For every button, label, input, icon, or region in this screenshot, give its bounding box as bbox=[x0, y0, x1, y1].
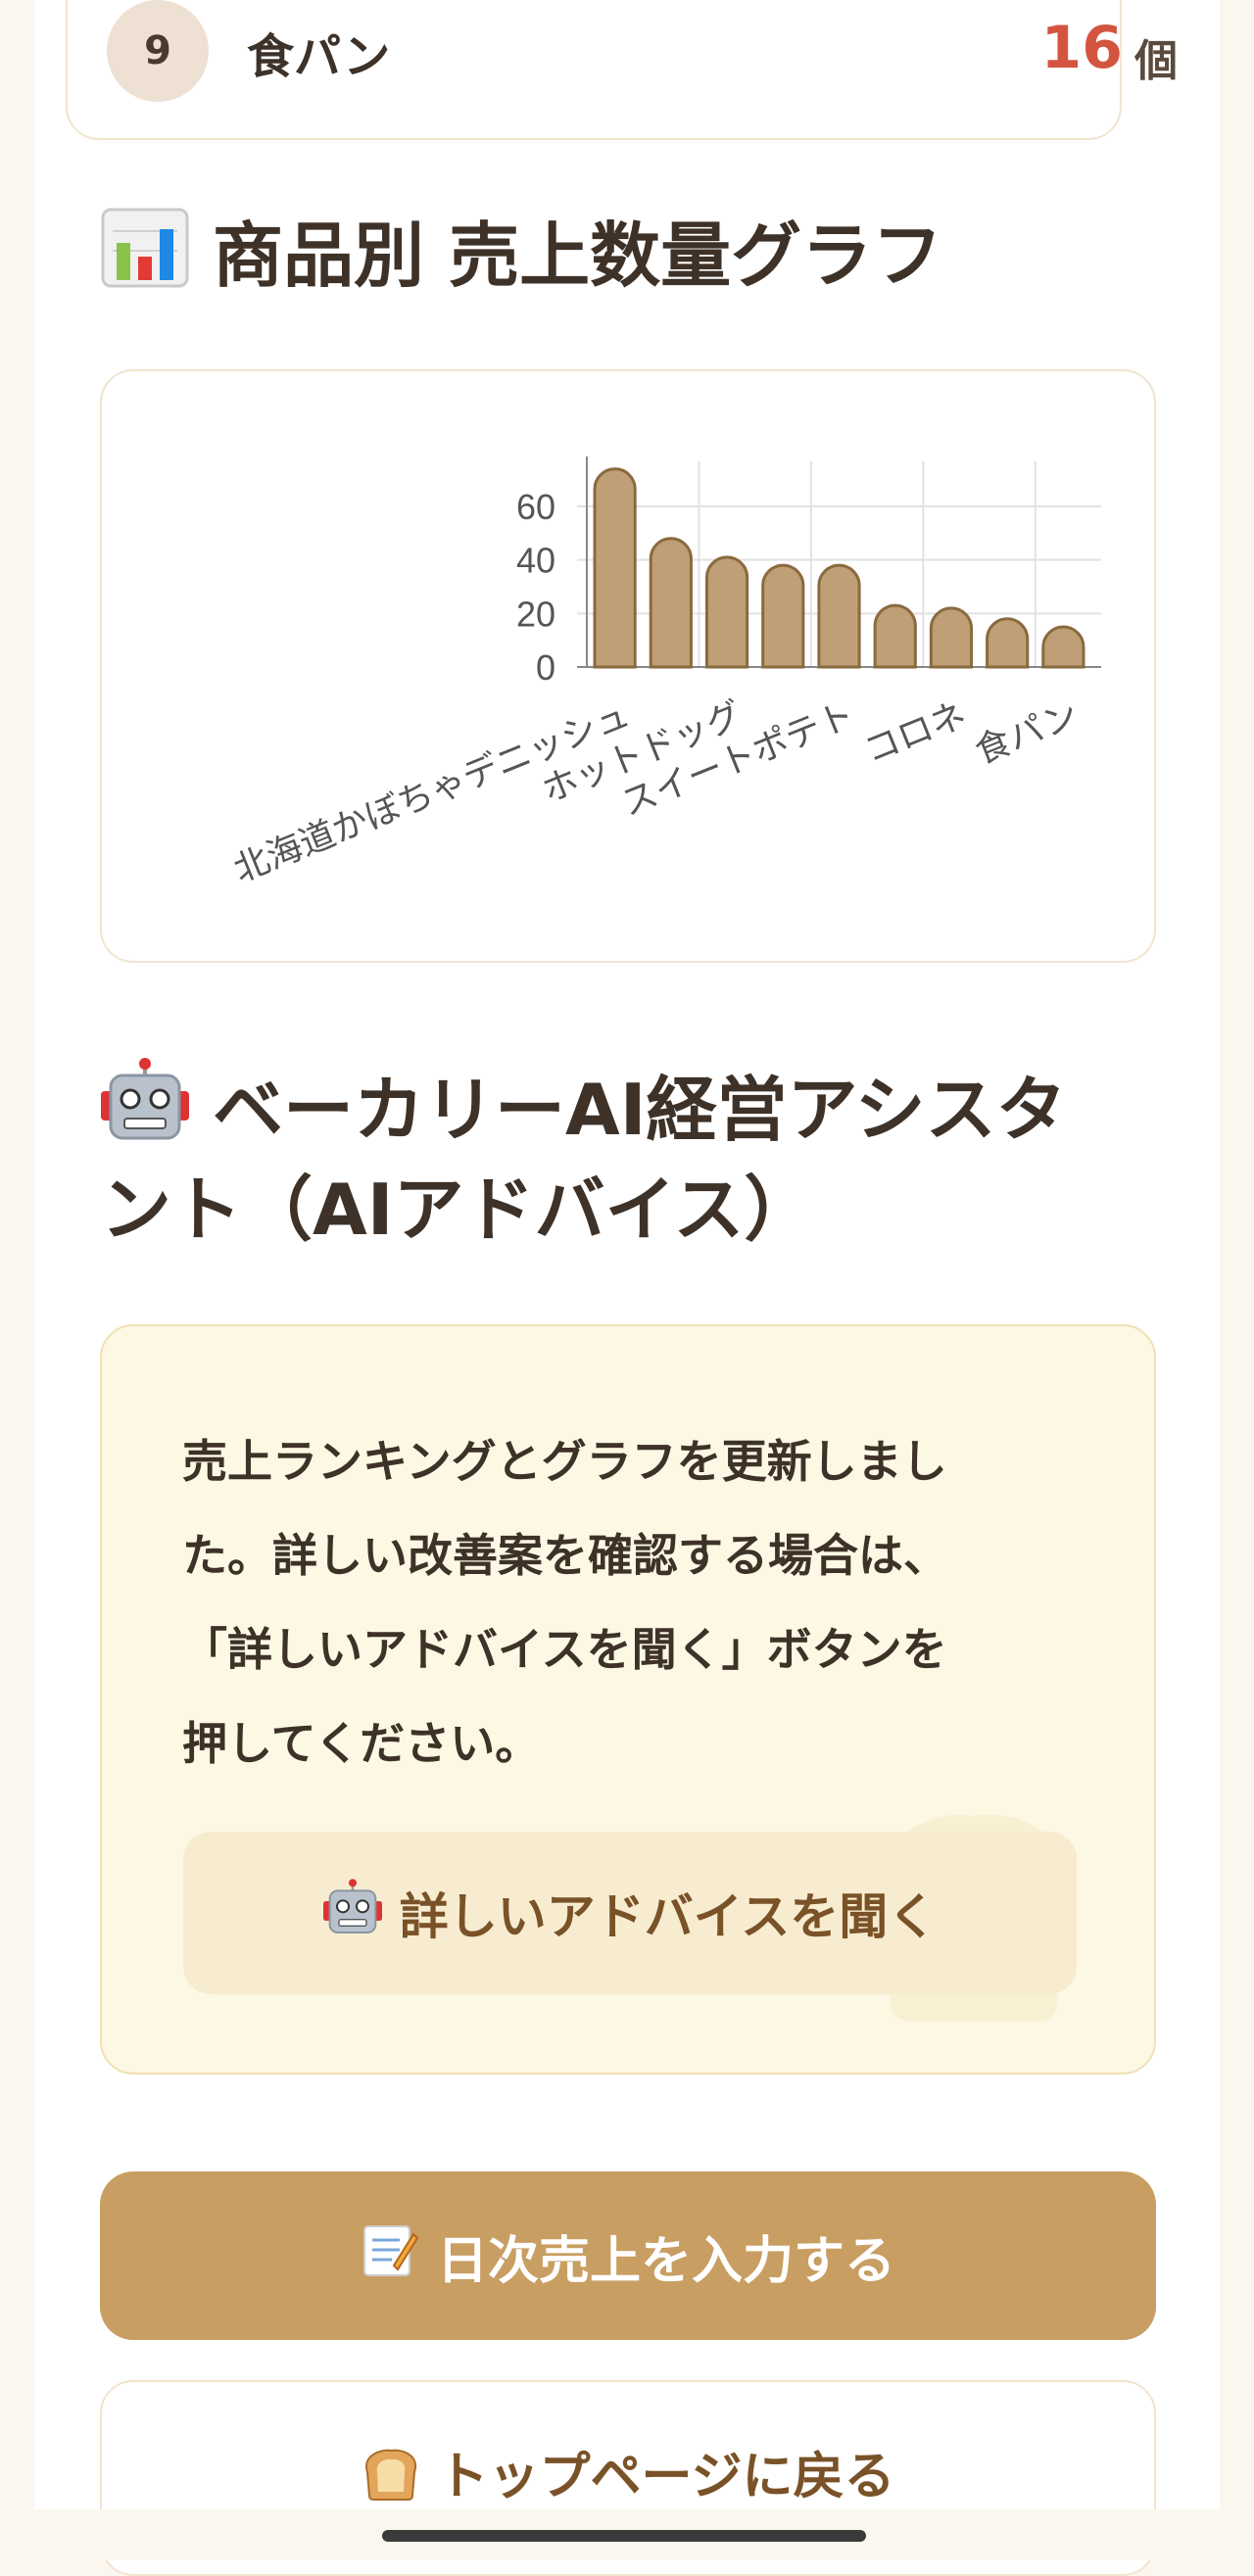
chart-bar bbox=[649, 537, 693, 669]
ai-section-title-line2: ント（AIアドバイス） bbox=[101, 1169, 815, 1251]
home-indicator[interactable] bbox=[382, 2530, 866, 2542]
bread-icon bbox=[362, 2447, 420, 2514]
bar-chart: 0204060北海道かぼちゃデニッシュホットドッグスイートポテトコロネ食パン bbox=[228, 456, 1101, 890]
y-tick-label: 20 bbox=[516, 594, 555, 634]
memo-icon bbox=[361, 2220, 419, 2292]
ai-section-title-line1: ベーカリーAI経営アシスタ bbox=[213, 1069, 1067, 1151]
x-tick-label: 食パン bbox=[970, 694, 1085, 772]
chart-bar bbox=[1041, 625, 1085, 669]
robot-icon bbox=[322, 1879, 382, 1947]
chart-section-title: 商品別 売上数量グラフ bbox=[101, 208, 942, 310]
detailed-advice-button-label: 詳しいアドバイスを聞く bbox=[399, 1888, 938, 1945]
chart-bar bbox=[929, 606, 974, 669]
rank-number-badge: 9 bbox=[107, 0, 209, 102]
chart-bar bbox=[593, 467, 637, 669]
x-tick-label: コロネ bbox=[859, 694, 973, 771]
input-daily-sales-button[interactable]: 日次売上を入力する bbox=[100, 2171, 1156, 2340]
ai-message-line: た。詳しい改善案を確認する場合は、 bbox=[182, 1529, 948, 1582]
ai-message-line: 押してください。 bbox=[182, 1717, 541, 1770]
ranking-product-name: 食パン bbox=[247, 29, 391, 84]
bar-chart-icon bbox=[101, 208, 189, 310]
chart-section-title-text: 商品別 売上数量グラフ bbox=[213, 215, 943, 297]
chart-bar bbox=[817, 563, 861, 669]
input-daily-sales-label: 日次売上を入力する bbox=[436, 2231, 895, 2291]
chart-bar bbox=[704, 555, 749, 669]
chart-card: 0 20 40 60 北海道かぼちゃデニッシュ ホットドッグ スイートポテト コロネ 食パン bbox=[100, 369, 1156, 963]
robot-icon bbox=[101, 1058, 189, 1164]
chart-bar bbox=[761, 563, 805, 669]
ai-section-title: ベーカリーAI経営アシスタ ント（AIアドバイス） bbox=[101, 1058, 1067, 1256]
ranking-count-unit: 個 bbox=[1134, 36, 1178, 86]
ai-message-line: 売上ランキングとグラフを更新しまし bbox=[182, 1435, 947, 1488]
back-to-top-label: トップページに戻る bbox=[437, 2448, 895, 2506]
ranking-sales-count: 16 bbox=[1040, 14, 1124, 82]
ai-message-line: 「詳しいアドバイスを聞く」ボタンを bbox=[182, 1623, 947, 1676]
chart-bar bbox=[873, 603, 917, 669]
ai-advice-card: 売上ランキングとグラフを更新しまし た。詳しい改善案を確認する場合は、 「詳しい… bbox=[100, 1324, 1156, 2075]
y-tick-label: 0 bbox=[536, 647, 555, 688]
detailed-advice-button[interactable]: 詳しいアドバイスを聞く bbox=[183, 1832, 1077, 1994]
y-tick-label: 40 bbox=[516, 541, 555, 581]
ai-message: 売上ランキングとグラフを更新しまし た。詳しい改善案を確認する場合は、 「詳しい… bbox=[182, 1414, 1084, 1790]
ranking-list-item bbox=[66, 0, 1122, 140]
y-tick-label: 60 bbox=[516, 487, 555, 527]
chart-bar bbox=[986, 617, 1030, 669]
